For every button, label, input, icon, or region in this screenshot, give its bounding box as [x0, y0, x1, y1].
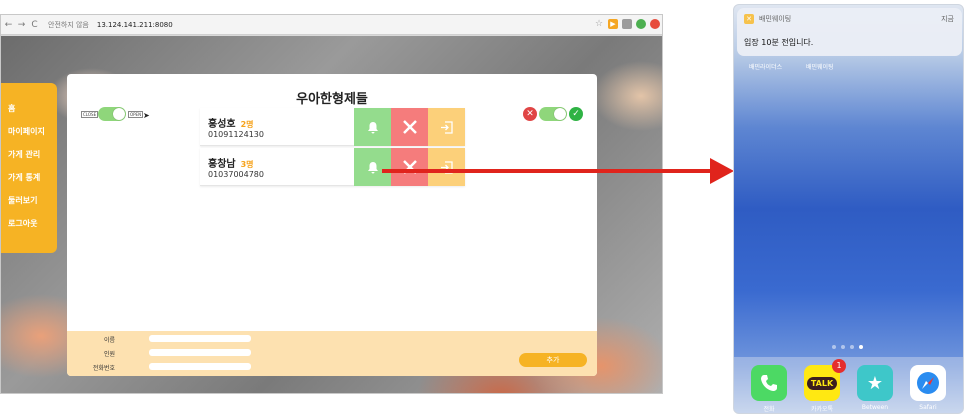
- customer-name-line: 홍창남 3명: [208, 155, 254, 170]
- close-icon: [402, 120, 417, 134]
- page-dot-active: [859, 345, 863, 349]
- phone-screen: ✕ 배민웨이팅 지금 입장 10분 전입니다. 배민라이더스 배민웨이팅 전화 …: [733, 4, 964, 414]
- bell-icon: [367, 121, 378, 133]
- dock-label: Safari: [919, 404, 937, 411]
- store-title: 우아한형제들: [296, 92, 368, 107]
- menu-item-mypage[interactable]: 마이페이지: [1, 120, 57, 143]
- page-indicator: [832, 345, 863, 349]
- address-bar[interactable]: 13.124.141.211:8080: [97, 21, 173, 29]
- compass-icon: [917, 372, 939, 394]
- security-label[interactable]: 안전하지 않음: [48, 20, 89, 30]
- customer-phone: 01037004780: [208, 170, 264, 179]
- people-label: 인원: [103, 351, 115, 358]
- name-label: 이름: [103, 337, 115, 344]
- reload-button[interactable]: C: [29, 20, 40, 30]
- open-close-toggle[interactable]: [98, 107, 126, 121]
- notify-button[interactable]: [354, 148, 391, 186]
- name-input[interactable]: [149, 335, 251, 342]
- side-menu: 홈 마이페이지 가게 관리 가게 통계 둘러보기 로그아웃: [1, 83, 57, 253]
- dock-label: Between: [861, 404, 889, 411]
- party-size: 2명: [240, 120, 254, 129]
- menu-item-home[interactable]: 홈: [1, 97, 57, 120]
- mouse-cursor-icon: ➤: [143, 111, 150, 120]
- close-tag: CLOSE: [81, 111, 99, 118]
- notification-message: 입장 10분 전입니다.: [744, 38, 814, 47]
- home-app-label[interactable]: 배민웨이팅: [806, 62, 834, 71]
- dock-label: 전화: [763, 406, 775, 413]
- browser-toolbar: ← → C 안전하지 않음 13.124.141.211:8080 ☆ ▶: [1, 15, 662, 35]
- toggle-knob: [554, 108, 566, 120]
- phone-handset-icon: [761, 375, 777, 391]
- star-icon: ★: [866, 372, 884, 394]
- notification-badge: 1: [832, 359, 846, 373]
- phone-input[interactable]: [149, 363, 251, 370]
- customer-name-line: 홍성호 2명: [208, 115, 254, 130]
- menu-item-browse[interactable]: 둘러보기: [1, 189, 57, 212]
- reject-icon: ✕: [523, 107, 537, 121]
- menu-item-store-manage[interactable]: 가게 관리: [1, 143, 57, 166]
- dock-label: 카카오톡: [810, 406, 834, 413]
- composite-screenshot: ← → C 안전하지 않음 13.124.141.211:8080 ☆ ▶ 홈 …: [0, 0, 969, 419]
- customer-phone: 01091124130: [208, 130, 264, 139]
- forward-button[interactable]: →: [16, 20, 27, 30]
- extension-green-icon[interactable]: [636, 19, 646, 29]
- enter-icon: [441, 120, 453, 134]
- page-dot: [841, 345, 845, 349]
- app-icon: ✕: [744, 14, 754, 24]
- add-waiting-form: 이름 인원 전화번호 추가: [67, 331, 597, 376]
- customer-name: 홍창남: [208, 159, 236, 170]
- between-app[interactable]: ★: [857, 365, 893, 401]
- accept-check-icon: ✓: [569, 107, 583, 121]
- safari-app[interactable]: [910, 365, 946, 401]
- menu-item-store-stats[interactable]: 가게 통계: [1, 166, 57, 189]
- dock: 전화 TALK 1 카카오톡 ★ Between Safari: [734, 357, 963, 413]
- notification-app-name: 배민웨이팅: [759, 15, 792, 23]
- extension-gray-icon[interactable]: [622, 19, 632, 29]
- page-dot: [832, 345, 836, 349]
- phone-label: 전화번호: [92, 365, 115, 372]
- push-notification[interactable]: ✕ 배민웨이팅 지금 입장 10분 전입니다.: [737, 8, 962, 56]
- bookmark-star-icon[interactable]: ☆: [594, 19, 604, 29]
- cancel-button[interactable]: [391, 108, 428, 146]
- people-input[interactable]: [149, 349, 251, 356]
- customer-name: 홍성호: [208, 119, 236, 130]
- home-app-label[interactable]: 배민라이더스: [749, 62, 782, 71]
- party-size: 3명: [240, 160, 254, 169]
- arrow-shaft: [382, 169, 712, 173]
- open-tag: OPEN: [128, 111, 144, 118]
- menu-item-logout[interactable]: 로그아웃: [1, 212, 57, 235]
- browser-window: ← → C 안전하지 않음 13.124.141.211:8080 ☆ ▶ 홈 …: [0, 14, 663, 394]
- talk-bubble-icon: TALK: [806, 376, 838, 390]
- bell-icon: [367, 161, 378, 173]
- back-button[interactable]: ←: [3, 20, 14, 30]
- browser-extensions: ☆ ▶: [594, 19, 660, 29]
- cancel-button[interactable]: [391, 148, 428, 186]
- waiting-row: 홍성호 2명 01091124130: [200, 108, 465, 146]
- toggle-knob: [113, 108, 125, 120]
- auto-accept-toggle[interactable]: [539, 107, 567, 121]
- phone-app[interactable]: [751, 365, 787, 401]
- add-button[interactable]: 추가: [519, 353, 587, 367]
- enter-button[interactable]: [428, 108, 465, 146]
- notification-time: 지금: [941, 15, 954, 23]
- enter-button[interactable]: [428, 148, 465, 186]
- arrow-head-icon: [710, 158, 734, 184]
- page-dot: [850, 345, 854, 349]
- notify-button[interactable]: [354, 108, 391, 146]
- extension-red-icon[interactable]: [650, 19, 660, 29]
- waiting-row: 홍창남 3명 01037004780: [200, 148, 465, 186]
- extension-play-icon[interactable]: ▶: [608, 19, 618, 29]
